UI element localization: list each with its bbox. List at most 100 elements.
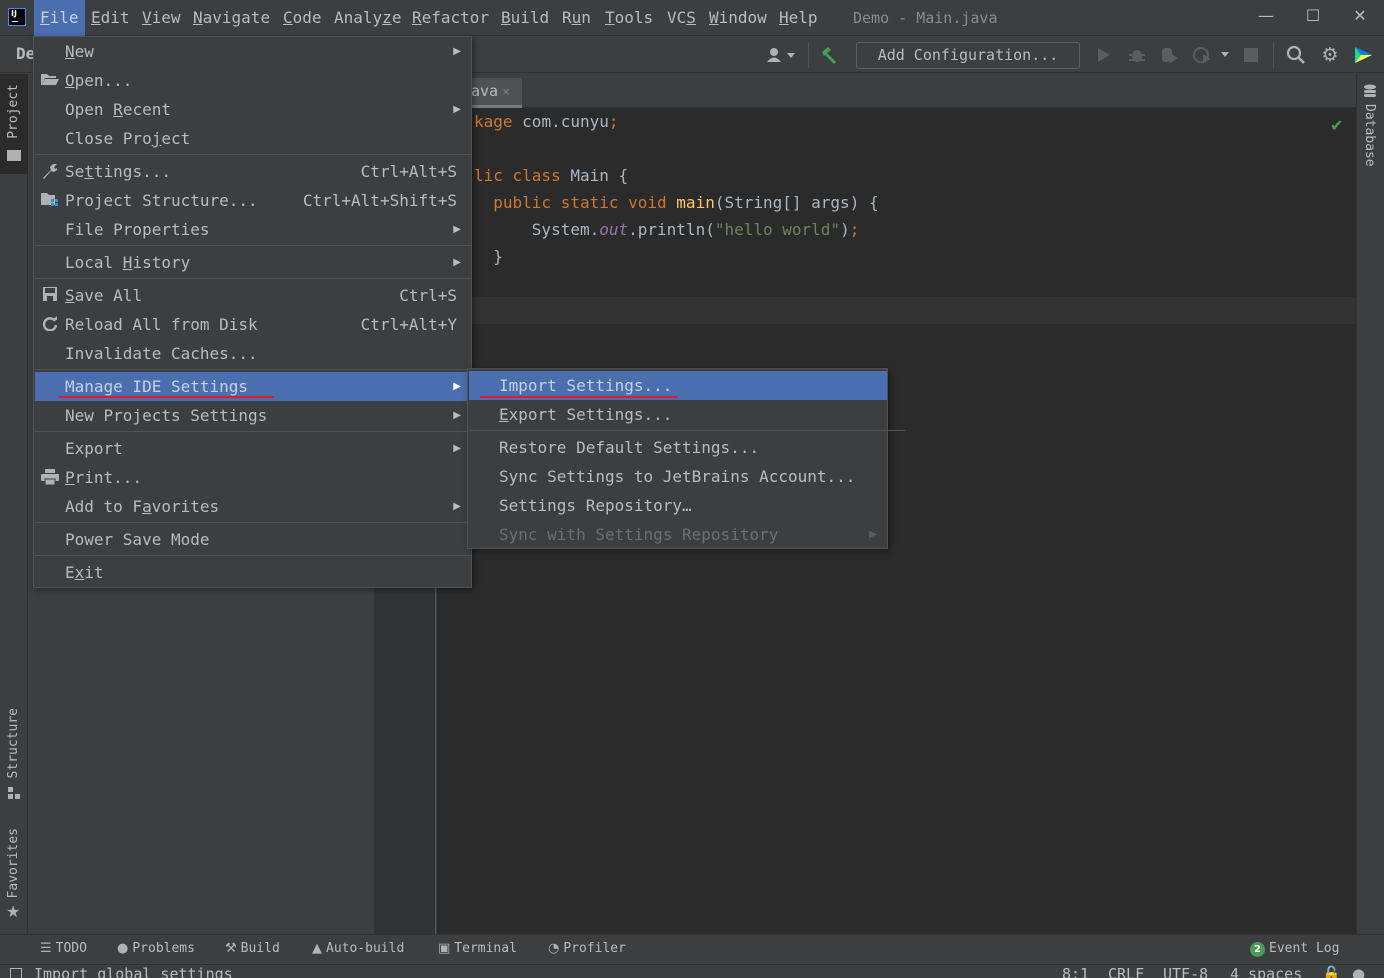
project-structure-icon (40, 186, 60, 207)
menu-tools[interactable]: Tools (599, 0, 659, 36)
menu-view[interactable]: View (136, 0, 187, 36)
tool-button-auto-build[interactable]: ▲ Auto-build (312, 934, 404, 964)
build-hammer-icon[interactable] (818, 44, 840, 66)
tool-button-terminal[interactable]: ▣ Terminal (438, 934, 517, 964)
tool-button-profiler[interactable]: ◔ Profiler (548, 934, 626, 964)
settings-gear-icon[interactable]: ⚙ (1319, 44, 1341, 66)
project-tool-button[interactable]: Project (0, 74, 28, 174)
menu-item-open-recent[interactable]: Open Recent ▶ (35, 95, 471, 124)
menu-item-new-projects-settings[interactable]: New Projects Settings ▶ (35, 401, 471, 430)
menu-edit[interactable]: Edit (85, 0, 136, 36)
tool-button-label: TODO (55, 941, 87, 956)
menu-item-export-settings[interactable]: Export Settings... (469, 400, 887, 429)
code-token: lic class (474, 166, 571, 185)
code-with-me-icon[interactable] (1352, 44, 1374, 66)
close-window-button[interactable]: ✕ (1346, 4, 1374, 28)
menu-item-label: Add to Favorites (65, 497, 220, 516)
menu-build[interactable]: Build (495, 0, 555, 36)
menu-item-add-to-favorites[interactable]: Add to Favorites ▶ (35, 492, 471, 521)
maximize-button[interactable]: ☐ (1299, 4, 1327, 28)
menu-analyze[interactable]: Analyze (328, 0, 407, 36)
debug-icon[interactable] (1126, 44, 1148, 66)
code-token: ) (840, 220, 850, 239)
favorites-tool-button[interactable]: Favorites ★ (0, 826, 28, 926)
project-tool-label: Project (6, 84, 21, 139)
menu-item-export[interactable]: Export ▶ (35, 434, 471, 463)
code-token: out (599, 220, 629, 239)
code-token: ; (608, 112, 619, 131)
code-token: public static void (474, 193, 677, 212)
code-line[interactable]: lic class Main { (474, 162, 628, 189)
menu-file[interactable]: File (34, 0, 85, 36)
menu-item-reload-all-from-disk[interactable]: Reload All from Disk Ctrl+Alt+Y (35, 310, 471, 339)
menu-run[interactable]: Run (556, 0, 597, 36)
line-separator[interactable]: CRLF (1108, 963, 1144, 978)
menu-window[interactable]: Window (703, 0, 773, 36)
menu-item-close-project[interactable]: Close Project (35, 124, 471, 153)
editor-tab-main-java[interactable]: ava × (466, 78, 522, 108)
inspector-icon[interactable]: ● (1352, 963, 1365, 978)
menu-separator (35, 154, 471, 155)
menu-item-power-save-mode[interactable]: Power Save Mode (35, 525, 471, 554)
tool-button-problems[interactable]: ● Problems (117, 934, 195, 964)
menu-item-save-all[interactable]: Save All Ctrl+S (35, 281, 471, 310)
warning-icon: ▲ (312, 941, 322, 956)
code-line[interactable]: System.out.println("hello world"); (474, 216, 860, 243)
menu-refactor[interactable]: Refactor (406, 0, 495, 36)
menu-item-label: Reload All from Disk (65, 315, 258, 334)
structure-tool-button[interactable]: Structure (0, 706, 28, 806)
code-token: System. (474, 220, 600, 239)
list-icon: ☰ (40, 941, 52, 956)
menu-item-file-properties[interactable]: File Properties ▶ (35, 215, 471, 244)
stop-icon[interactable] (1240, 44, 1262, 66)
user-icon[interactable] (764, 44, 800, 66)
toggle-tool-windows-icon[interactable] (10, 968, 22, 978)
menu-item-print[interactable]: Print... (35, 463, 471, 492)
tool-button-todo[interactable]: ☰ TODO (40, 934, 87, 964)
database-tool-button[interactable]: Database (1357, 80, 1384, 180)
minimize-button[interactable]: — (1252, 4, 1280, 28)
right-tool-stripe (1356, 74, 1384, 934)
code-line[interactable]: } (474, 243, 503, 270)
menu-item-local-history[interactable]: Local History ▶ (35, 248, 471, 277)
menu-item-restore-default-settings[interactable]: Restore Default Settings... (469, 433, 887, 462)
code-token: "hello world" (714, 220, 841, 239)
menu-item-label: Invalidate Caches... (65, 344, 258, 363)
terminal-icon: ▣ (438, 941, 451, 956)
menu-item-open[interactable]: Open... (35, 66, 471, 95)
run-icon[interactable] (1093, 44, 1115, 66)
search-icon[interactable] (1285, 44, 1307, 66)
tab-close-icon[interactable]: × (502, 85, 510, 100)
indent-setting[interactable]: 4 spaces (1230, 963, 1302, 978)
menu-item-label: Exit (65, 563, 104, 582)
menu-item-sync-settings-to-jetbrains-account[interactable]: Sync Settings to JetBrains Account... (469, 462, 887, 491)
menu-item-exit[interactable]: Exit (35, 558, 471, 587)
inspection-ok-check-icon[interactable]: ✔ (1330, 116, 1343, 135)
menu-item-label: Settings... (65, 162, 171, 181)
profile-icon[interactable] (1192, 44, 1232, 66)
menu-vcs[interactable]: VCS (661, 0, 702, 36)
code-token: ; (849, 220, 860, 239)
menu-item-invalidate-caches[interactable]: Invalidate Caches... (35, 339, 471, 368)
menu-item-settings[interactable]: Settings... Ctrl+Alt+S (35, 157, 471, 186)
menu-item-new[interactable]: New ▶ (35, 37, 471, 66)
file-encoding[interactable]: UTF-8 (1163, 963, 1208, 978)
code-line[interactable]: public static void main(String[] args) { (474, 189, 878, 216)
code-line[interactable]: kage com.cunyu; (474, 108, 619, 135)
lock-icon[interactable]: 🔓 (1322, 963, 1341, 978)
event-count-badge: 2 (1250, 942, 1265, 957)
code-token: com.cunyu (522, 112, 609, 131)
add-configuration-button[interactable]: Add Configuration... (856, 42, 1080, 69)
menu-help[interactable]: Help (773, 0, 824, 36)
submenu-arrow-icon: ▶ (453, 443, 461, 454)
menu-item-settings-repository[interactable]: Settings Repository… (469, 491, 887, 520)
event-log-button[interactable]: 2 Event Log (1250, 934, 1339, 964)
menu-navigate[interactable]: Navigate (187, 0, 276, 36)
submenu-arrow-icon: ▶ (869, 529, 877, 540)
menu-item-project-structure[interactable]: Project Structure... Ctrl+Alt+Shift+S (35, 186, 471, 215)
tool-button-build[interactable]: ⚒ Build (225, 934, 280, 964)
caret-position[interactable]: 8:1 (1062, 963, 1089, 978)
coverage-icon[interactable] (1159, 44, 1181, 66)
menu-item-label: Sync with Settings Repository (499, 525, 779, 544)
menu-code[interactable]: Code (277, 0, 328, 36)
